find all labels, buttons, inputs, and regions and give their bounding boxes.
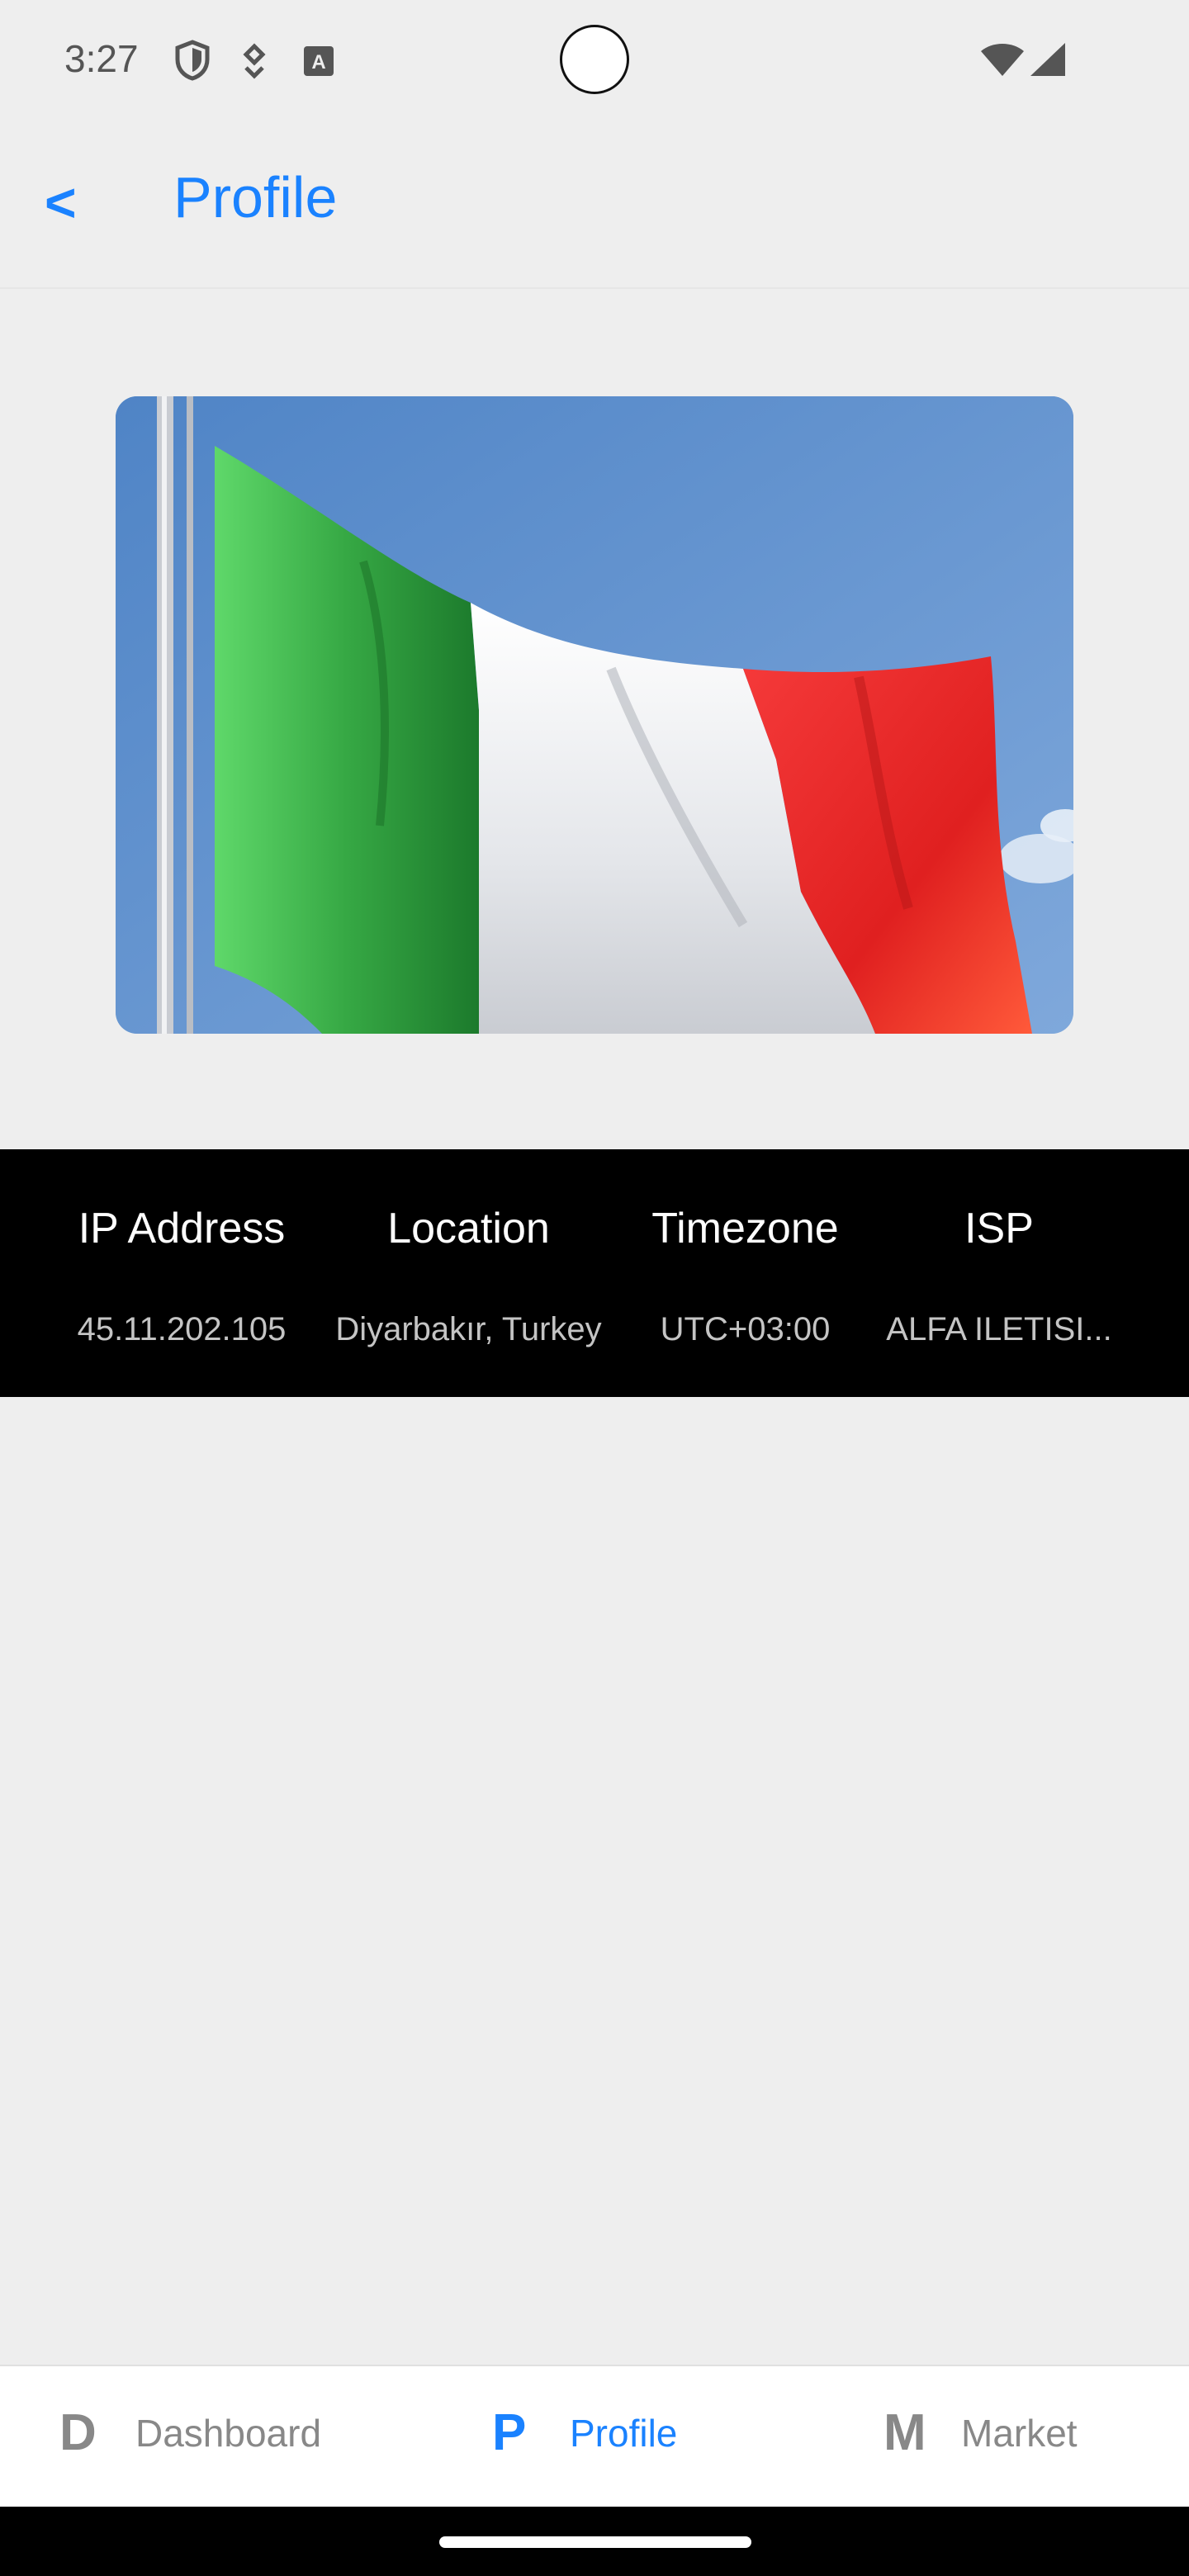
- info-timezone: Timezone UTC+03:00: [628, 1149, 863, 1397]
- info-location: Location Diyarbakır, Turkey: [326, 1149, 611, 1397]
- status-bar: 3:27 A: [0, 0, 1189, 117]
- market-icon: M: [883, 2404, 926, 2461]
- wifi-icon: [979, 41, 1026, 82]
- nav-market[interactable]: M Market: [859, 2366, 1106, 2508]
- app-header: < Profile: [0, 117, 1189, 289]
- info-label: ISP: [964, 1205, 1034, 1252]
- dashboard-icon: D: [59, 2404, 97, 2461]
- text-a-icon: A: [302, 45, 335, 82]
- back-button[interactable]: <: [45, 175, 77, 230]
- svg-text:A: A: [311, 51, 325, 73]
- info-isp: ISP ALFA ILETISI...: [875, 1149, 1123, 1397]
- signal-icon: [1029, 41, 1067, 82]
- info-label: IP Address: [78, 1205, 286, 1252]
- info-value: Diyarbakır, Turkey: [335, 1311, 602, 1347]
- nav-profile[interactable]: P Profile: [462, 2366, 710, 2508]
- nav-label: Market: [961, 2412, 1078, 2455]
- nav-dashboard[interactable]: D Dashboard: [33, 2366, 347, 2508]
- info-value: ALFA ILETISI...: [886, 1311, 1112, 1347]
- page-title: Profile: [173, 165, 338, 230]
- nav-label: Dashboard: [135, 2412, 322, 2455]
- info-ip-address: IP Address 45.11.202.105: [58, 1149, 306, 1397]
- info-value: 45.11.202.105: [77, 1311, 287, 1347]
- nav-label: Profile: [570, 2412, 678, 2455]
- home-indicator[interactable]: [439, 2536, 751, 2548]
- vpn-key-icon: [241, 43, 268, 83]
- profile-screen: 3:27 A < Profile IP Address 45.11.202.10…: [0, 0, 1189, 2576]
- info-label: Timezone: [651, 1205, 839, 1252]
- ip-info-strip: IP Address 45.11.202.105 Location Diyarb…: [0, 1149, 1189, 1397]
- gesture-bar: [0, 2507, 1189, 2576]
- bottom-nav: D Dashboard P Profile M Market: [0, 2365, 1189, 2507]
- camera-cutout: [560, 25, 629, 94]
- flag-image: [116, 396, 1073, 1034]
- info-value: UTC+03:00: [660, 1311, 831, 1347]
- profile-icon: P: [492, 2404, 527, 2461]
- shield-icon: [173, 40, 211, 85]
- status-time: 3:27: [64, 37, 139, 80]
- info-label: Location: [387, 1205, 550, 1252]
